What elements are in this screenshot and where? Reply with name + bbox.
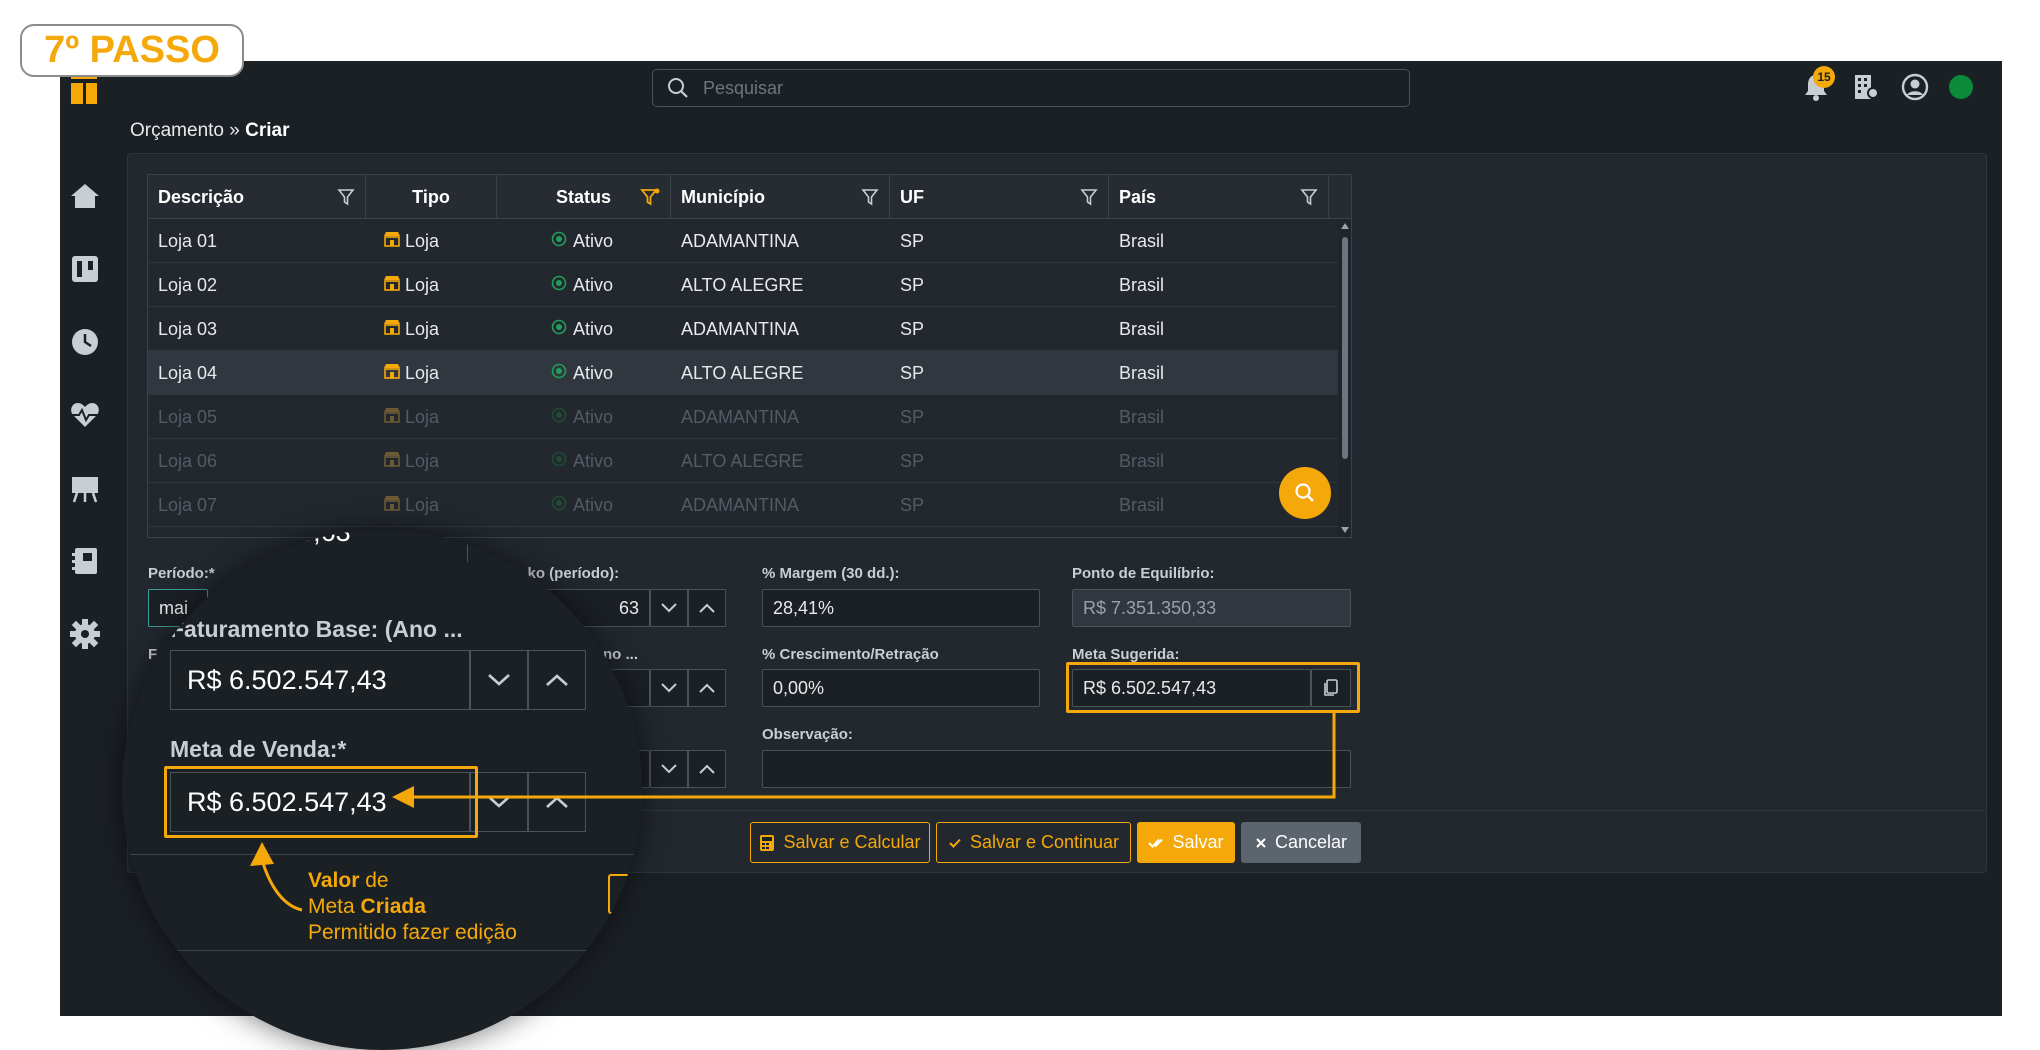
step-badge: 7º PASSO [20, 24, 244, 77]
connector-arrow [392, 713, 1336, 808]
